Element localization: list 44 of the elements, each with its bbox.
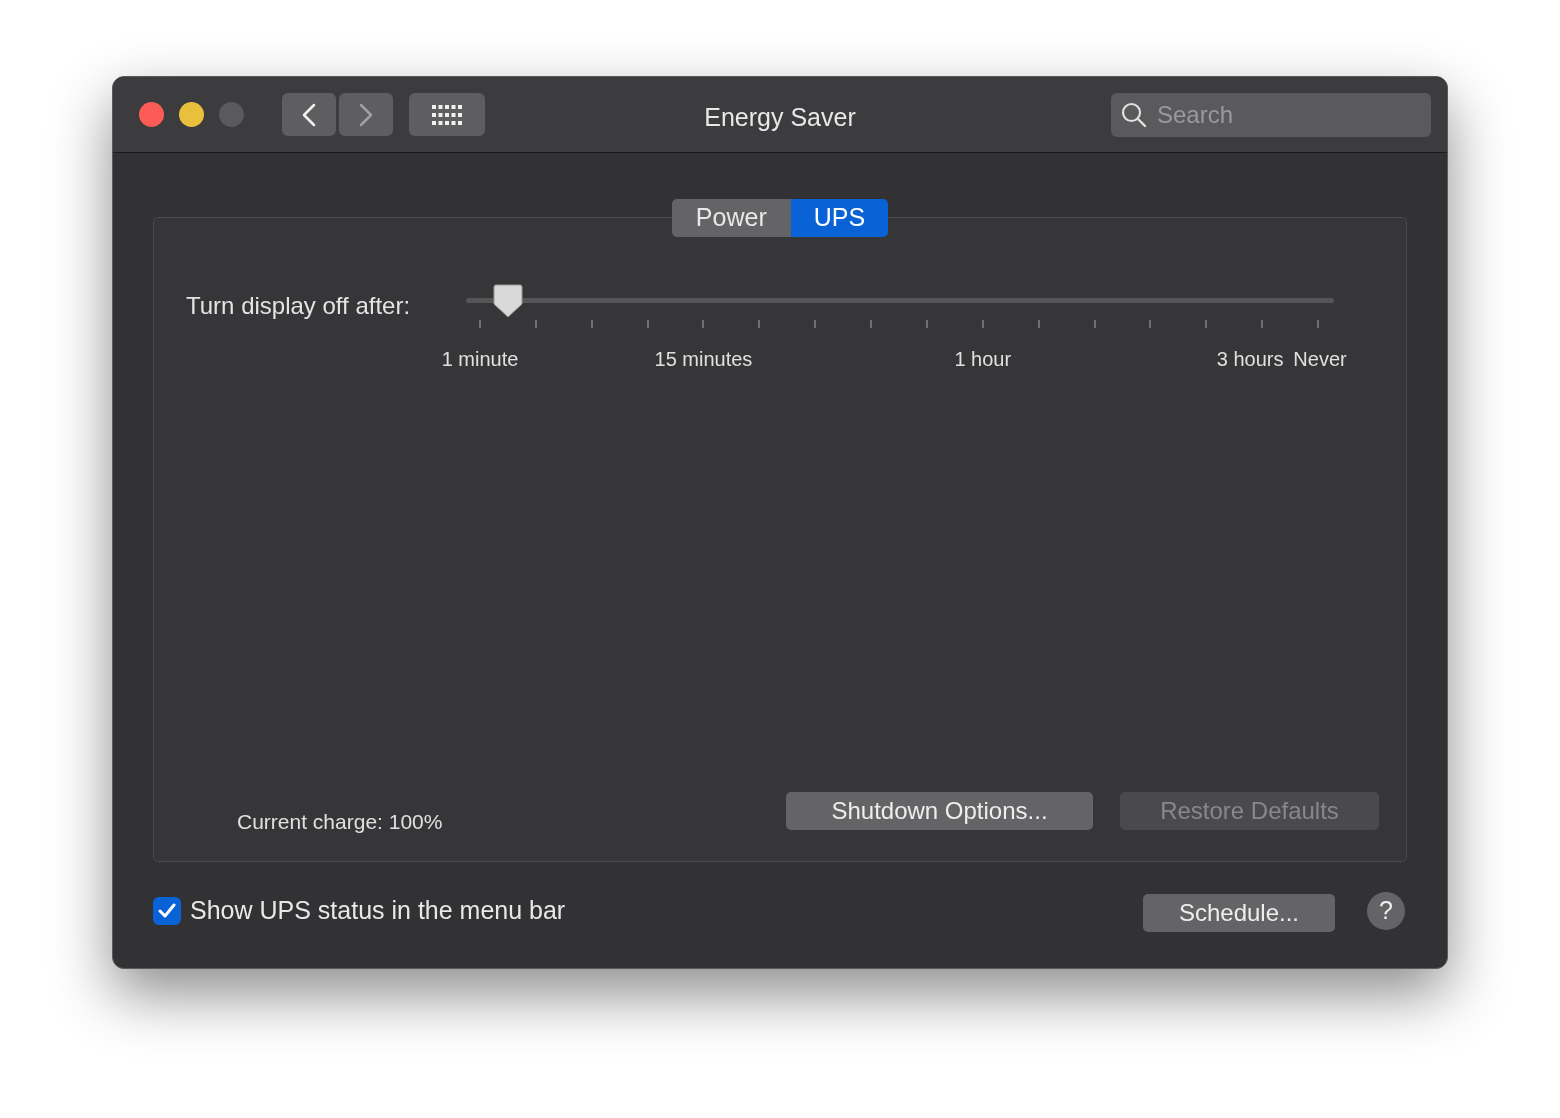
tick-mark xyxy=(1037,320,1040,328)
tick-mark xyxy=(1205,320,1208,328)
search-icon xyxy=(1121,101,1147,128)
forward-button[interactable] xyxy=(339,93,393,136)
tick-mark xyxy=(925,320,928,328)
show-all-button[interactable] xyxy=(409,93,485,136)
back-button[interactable] xyxy=(282,93,336,136)
tick-mark xyxy=(646,320,649,328)
tick-mark xyxy=(758,320,761,328)
shutdown-options-button[interactable]: Shutdown Options... xyxy=(786,792,1093,830)
checkmark-icon xyxy=(158,903,176,919)
tab[interactable]: Power xyxy=(671,199,791,237)
chevron-right-icon xyxy=(359,102,373,127)
tick-label: 1 minute xyxy=(441,347,519,372)
tick-mark xyxy=(1261,320,1264,328)
slider-thumb[interactable] xyxy=(492,284,523,318)
help-button[interactable]: ? xyxy=(1367,892,1405,930)
tick-mark xyxy=(479,320,481,328)
current-charge-text: Current charge: 100% xyxy=(237,809,443,835)
search-field[interactable]: Search xyxy=(1111,92,1431,137)
tick-mark xyxy=(590,320,593,328)
window-title: Energy Saver xyxy=(704,102,856,133)
schedule-button[interactable]: Schedule... xyxy=(1143,894,1335,932)
search-input[interactable]: Search xyxy=(1157,96,1417,133)
grid-icon xyxy=(432,104,462,125)
close-button[interactable] xyxy=(139,102,164,127)
tick-mark xyxy=(981,320,984,328)
tab[interactable]: UPS xyxy=(790,199,889,237)
tick-mark xyxy=(534,320,537,328)
tick-mark xyxy=(814,320,817,328)
tick-label: 15 minutes xyxy=(654,347,753,372)
tick-label: 3 hours xyxy=(1216,347,1284,372)
chevron-left-icon xyxy=(302,102,316,127)
tick-label: 1 hour xyxy=(954,347,1012,372)
minimize-button[interactable] xyxy=(179,102,204,127)
checkbox-label: Show UPS status in the menu bar xyxy=(190,895,566,927)
tick-label: Never xyxy=(1293,347,1347,372)
tick-mark xyxy=(1317,320,1319,328)
slider-label: Turn display off after: xyxy=(186,291,411,321)
checkbox[interactable] xyxy=(153,897,181,925)
tick-mark xyxy=(1149,320,1152,328)
tick-mark xyxy=(870,320,873,328)
tick-mark xyxy=(1093,320,1096,328)
tick-mark xyxy=(702,320,705,328)
